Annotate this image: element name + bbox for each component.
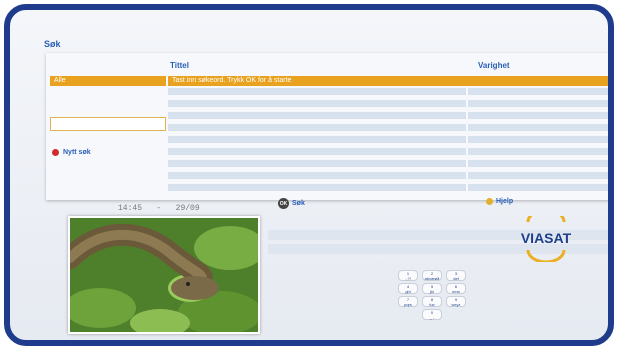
key-7[interactable]: 7 pqrs xyxy=(398,296,418,307)
yellow-button-icon xyxy=(486,198,493,205)
time: 14:45 xyxy=(118,204,143,213)
prompt-row[interactable]: Tast inn søkeord. Trykk OK for å starte xyxy=(168,76,608,86)
search-ok-hint[interactable]: OK Søk xyxy=(278,198,305,209)
category-item-all[interactable]: Alle xyxy=(50,76,166,86)
help-hint[interactable]: Hjelp xyxy=(486,198,513,205)
screen-frame: Søk Tittel Varighet Alle Tast inn søkeor… xyxy=(4,4,614,346)
date: 29/09 xyxy=(175,204,200,213)
help-hint-label: Hjelp xyxy=(496,198,514,205)
key-5[interactable]: 5 jkl xyxy=(422,283,442,294)
key-0[interactable]: 0 _ - xyxy=(422,309,442,320)
key-6[interactable]: 6 mno xyxy=(446,283,466,294)
column-header-duration: Varighet xyxy=(478,61,510,70)
column-header-title: Tittel xyxy=(170,61,189,70)
key-9[interactable]: 9 wxyz xyxy=(446,296,466,307)
live-tv-preview xyxy=(68,216,260,334)
results-grid xyxy=(168,88,608,191)
new-search-button[interactable]: Nytt søk xyxy=(52,149,91,156)
ok-button-icon: OK xyxy=(278,198,289,209)
key-8[interactable]: 8 tuv xyxy=(422,296,442,307)
viasat-logo: VIASAT xyxy=(508,208,584,264)
key-2[interactable]: 2 abcæøå xyxy=(422,270,442,281)
new-search-label: Nytt søk xyxy=(63,149,91,156)
snake-image xyxy=(70,218,258,332)
page-title: Søk xyxy=(44,39,61,49)
search-input[interactable] xyxy=(50,117,166,131)
key-3[interactable]: 3 def xyxy=(446,270,466,281)
search-panel: Tittel Varighet Alle Tast inn søkeord. T… xyxy=(46,53,608,200)
clock-display: 14:45 - 29/09 xyxy=(118,204,200,213)
key-1[interactable]: 1.,?! xyxy=(398,270,418,281)
key-4[interactable]: 4 ghi xyxy=(398,283,418,294)
logo-text: VIASAT xyxy=(521,230,572,246)
time-date-separator: - xyxy=(156,204,162,213)
search-hint-label: Søk xyxy=(292,200,305,207)
red-button-icon xyxy=(52,149,59,156)
